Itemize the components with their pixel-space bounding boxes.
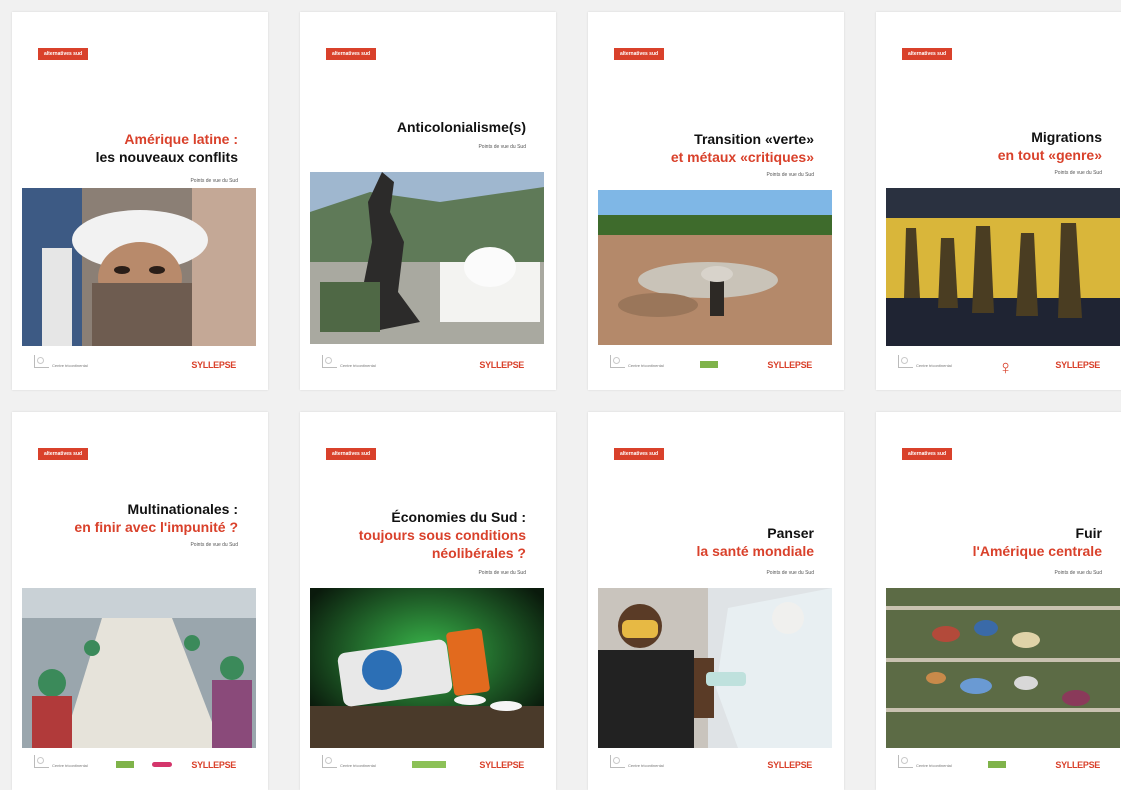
cover-title: Transition «verte» et métaux «critiques» — [671, 130, 814, 166]
series-badge: alternatives sud — [902, 448, 953, 460]
publisher-logo: SYLLEPSE — [479, 760, 524, 770]
cover-photo — [310, 172, 544, 344]
cover-title-line2: l'Amérique centrale — [972, 543, 1102, 559]
partner-logo-text: Centre tricontinental — [340, 763, 376, 768]
partner-green-logo-icon — [700, 361, 718, 368]
series-badge: alternatives sud — [902, 48, 953, 60]
female-symbol-icon: ♀ — [998, 357, 1013, 379]
cover-photo — [22, 588, 256, 748]
partner-pink-logo-icon — [152, 762, 172, 767]
publisher-logo: SYLLEPSE — [767, 760, 812, 770]
publisher-logo: SYLLEPSE — [1055, 360, 1100, 370]
cover-photo — [22, 188, 256, 346]
partner-logo: Centre tricontinental — [34, 755, 88, 768]
cover-title-line1: Panser — [767, 525, 814, 541]
cover-title-line1: Anticolonialisme(s) — [396, 119, 526, 135]
cover-photo — [598, 190, 832, 345]
triangle-logo-icon — [610, 755, 625, 768]
partner-green-logo-icon — [988, 761, 1006, 768]
cover-title-line2: les nouveaux conflits — [95, 149, 238, 165]
cover-title-line1: Migrations — [1031, 129, 1102, 145]
cover-title-line2: en tout «genre» — [997, 147, 1102, 163]
series-badge: alternatives sud — [614, 48, 665, 60]
book-cover-fuir-amerique-centrale[interactable]: alternatives sud Fuir l'Amérique central… — [876, 412, 1121, 790]
book-cover-anticolonialisme[interactable]: alternatives sud Anticolonialisme(s) Poi… — [300, 12, 556, 390]
cover-title-line3: néolibérales ? — [431, 545, 526, 561]
series-badge: alternatives sud — [326, 448, 377, 460]
partner-logo-text: Centre tricontinental — [52, 363, 88, 368]
triangle-logo-icon — [898, 755, 913, 768]
cover-subtitle: Points de vue du Sud — [478, 144, 526, 150]
cover-subtitle: Points de vue du Sud — [766, 570, 814, 576]
series-badge: alternatives sud — [38, 448, 89, 460]
partner-logo: Centre tricontinental — [898, 755, 952, 768]
cover-title-line1: Fuir — [1075, 525, 1102, 541]
cover-title: Migrations en tout «genre» — [998, 128, 1102, 164]
partner-logo: Centre tricontinental — [610, 755, 664, 768]
series-badge: alternatives sud — [38, 48, 89, 60]
cover-photo — [886, 588, 1120, 748]
partner-logo: Centre tricontinental — [322, 355, 376, 368]
triangle-logo-icon — [34, 755, 49, 768]
cover-subtitle: Points de vue du Sud — [1054, 570, 1102, 576]
cover-title: Économies du Sud : toujours sous conditi… — [359, 508, 526, 562]
book-cover-migrations[interactable]: alternatives sud Migrations en tout «gen… — [876, 12, 1121, 390]
cover-title-line2: en finir avec l'impunité ? — [74, 519, 238, 535]
cover-title-line1: Amérique latine : — [124, 131, 238, 147]
triangle-logo-icon — [898, 355, 913, 368]
book-cover-economies-du-sud[interactable]: alternatives sud Économies du Sud : touj… — [300, 412, 556, 790]
cover-title-line1: Économies du Sud : — [391, 509, 526, 525]
book-cover-amerique-latine[interactable]: alternatives sud Amérique latine : les n… — [12, 12, 268, 390]
series-badge: alternatives sud — [326, 48, 377, 60]
triangle-logo-icon — [322, 755, 337, 768]
cover-title-line2: et métaux «critiques» — [670, 149, 814, 165]
cover-subtitle: Points de vue du Sud — [1054, 170, 1102, 176]
partner-logo-text: Centre tricontinental — [916, 363, 952, 368]
partner-logo: Centre tricontinental — [322, 755, 376, 768]
cover-title: Anticolonialisme(s) — [397, 118, 526, 136]
cover-title-line2: toujours sous conditions — [358, 527, 526, 543]
book-cover-transition-verte[interactable]: alternatives sud Transition «verte» et m… — [588, 12, 844, 390]
cover-subtitle: Points de vue du Sud — [766, 172, 814, 178]
cover-title: Multinationales : en finir avec l'impuni… — [74, 500, 238, 536]
cover-subtitle: Points de vue du Sud — [190, 542, 238, 548]
cover-title: Amérique latine : les nouveaux conflits — [96, 130, 238, 166]
partner-logo-text: Centre tricontinental — [628, 363, 664, 368]
book-cover-multinationales[interactable]: alternatives sud Multinationales : en fi… — [12, 412, 268, 790]
publisher-logo: SYLLEPSE — [191, 360, 236, 370]
partner-green-logo-icon — [412, 761, 446, 768]
cover-title-line1: Multinationales : — [127, 501, 238, 517]
book-cover-panser-la-sante[interactable]: alternatives sud Panser la santé mondial… — [588, 412, 844, 790]
publisher-logo: SYLLEPSE — [767, 360, 812, 370]
partner-logo-text: Centre tricontinental — [628, 763, 664, 768]
cover-subtitle: Points de vue du Sud — [478, 570, 526, 576]
partner-logo: Centre tricontinental — [898, 355, 952, 368]
partner-logo-text: Centre tricontinental — [52, 763, 88, 768]
triangle-logo-icon — [34, 355, 49, 368]
cover-title-line1: Transition «verte» — [694, 131, 814, 147]
cover-subtitle: Points de vue du Sud — [190, 178, 238, 184]
triangle-logo-icon — [610, 355, 625, 368]
publisher-logo: SYLLEPSE — [1055, 760, 1100, 770]
series-badge: alternatives sud — [614, 448, 665, 460]
triangle-logo-icon — [322, 355, 337, 368]
cover-title: Fuir l'Amérique centrale — [973, 524, 1102, 560]
cover-title-line2: la santé mondiale — [696, 543, 814, 559]
cover-photo — [886, 188, 1120, 346]
cover-photo — [310, 588, 544, 748]
cover-photo — [598, 588, 832, 748]
partner-logo-text: Centre tricontinental — [340, 363, 376, 368]
partner-logo: Centre tricontinental — [610, 355, 664, 368]
partner-logo-text: Centre tricontinental — [916, 763, 952, 768]
partner-logo: Centre tricontinental — [34, 355, 88, 368]
cover-title: Panser la santé mondiale — [697, 524, 814, 560]
publisher-logo: SYLLEPSE — [479, 360, 524, 370]
publisher-logo: SYLLEPSE — [191, 760, 236, 770]
partner-green-logo-icon — [116, 761, 134, 768]
